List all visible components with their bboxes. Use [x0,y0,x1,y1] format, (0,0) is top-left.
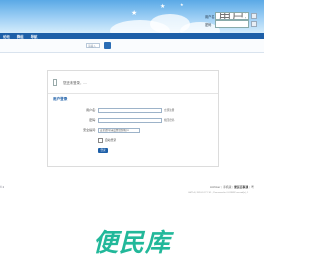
header-username-label: 用户名 [205,14,215,19]
header-autologin-checkbox[interactable] [251,13,257,19]
search-button[interactable] [104,42,111,49]
footer-link-mobile[interactable]: 手机版 [223,185,231,189]
star-icon: ★ [180,2,184,7]
footer-copyright: © 2 [0,186,5,189]
remember-row: 自动登录 [48,137,218,143]
password-row: 密码: 找回密码 [48,117,218,123]
site-header: ★ ★ ★ 用户名 密码 [0,0,264,33]
footer-separator: | [232,185,234,189]
footer-separator: ( [249,185,251,189]
autologin-label: 自动登录 [105,138,117,142]
header-password-input[interactable] [215,20,249,28]
username-input[interactable] [98,107,162,113]
footer-separator: | [221,185,222,189]
password-label: 密码: [89,118,96,122]
header-username-row: 用户名 [205,12,261,20]
password-input[interactable] [98,117,162,123]
header-login-button[interactable] [251,21,257,27]
register-link[interactable]: 立即注册 [164,108,174,112]
header-username-input[interactable] [215,12,249,20]
forgot-password-link[interactable]: 找回密码 [164,118,174,122]
footer-processed-info: GMT+8, 2024-3-27 7:41 , Processed in 0.0… [188,192,249,194]
security-question-select[interactable]: 安全提问(未设置请忽略) ▾ [98,127,140,133]
login-panel: 您还未登录，.... 用户登录 用户名: 立即注册 密码: 找回密码 安全提问:… [47,70,219,167]
header-password-label: 密码 [205,22,212,27]
header-password-row: 密码 [205,20,261,28]
username-label: 用户名: [86,108,96,112]
security-question-row: 安全提问: 安全提问(未设置请忽略) ▾ [48,127,218,133]
notice-text: 您还未登录，.... [63,81,88,85]
security-question-value: 安全提问(未设置请忽略) [100,128,127,132]
watermark-logo: 便民库 [92,228,171,257]
search-bar: 请输入 [0,39,264,53]
nav-item-forum[interactable]: 论坛 [3,34,10,39]
footer-link-icp[interactable]: 粤 [251,185,254,189]
nav-item-guide[interactable]: 导航 [31,34,38,39]
login-notice: 您还未登录，.... [53,79,87,86]
security-question-label: 安全提问: [83,128,96,132]
header-login-box: 用户名 密码 [205,12,261,28]
footer-links: Archiver | 手机版 | 便民百事通 ( 粤 [210,185,254,189]
info-icon [53,79,57,86]
panel-title: 用户登录 [53,97,68,101]
star-icon: ★ [160,4,166,10]
footer-link-archiver[interactable]: Archiver [210,185,220,189]
username-row: 用户名: 立即注册 [48,107,218,113]
footer-link-site[interactable]: 便民百事通 [234,185,248,189]
search-input[interactable]: 请输入 [86,43,100,48]
login-submit-button[interactable]: 登录 [98,148,108,153]
star-icon: ★ [131,10,138,17]
panel-divider [48,93,218,94]
autologin-checkbox[interactable] [98,137,103,143]
nav-item-groups[interactable]: 群组 [17,34,24,39]
